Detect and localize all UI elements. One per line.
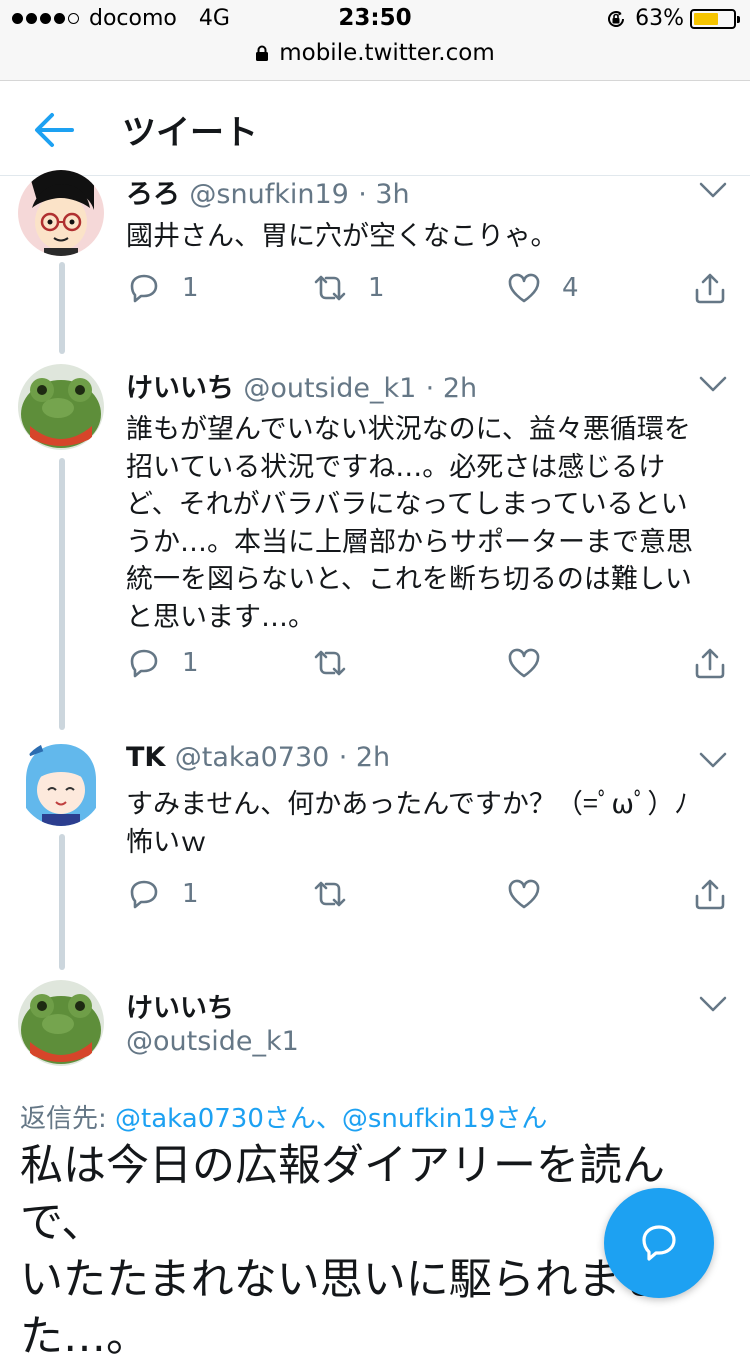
share-icon: [695, 273, 725, 304]
author-handle[interactable]: @outside_k1: [126, 1026, 299, 1057]
url-bar[interactable]: mobile.twitter.com: [0, 40, 750, 66]
status-right: 63%: [605, 6, 740, 31]
heart-icon: [508, 879, 540, 909]
tweet-text-line: 統一を図らないと、これを断ち切るのは難しい: [126, 564, 692, 595]
tweet-author[interactable]: けいいち @outside_k1 · 2h: [126, 366, 477, 405]
tweet-text-line: 國井さん、胃に穴が空くなこりゃ。: [126, 221, 558, 252]
share-icon: [695, 648, 725, 679]
main-tweet-line: た…。: [20, 1312, 149, 1362]
retweet-icon: [314, 275, 346, 301]
share-button[interactable]: [692, 645, 728, 681]
tweet-time[interactable]: · 2h: [426, 373, 477, 404]
tweet-author[interactable]: TK @taka0730 · 2h: [126, 742, 390, 773]
author-name[interactable]: けいいち: [126, 986, 234, 1025]
tweet-actions: 1: [126, 645, 736, 685]
share-icon: [695, 879, 725, 910]
lock-icon: [256, 45, 269, 61]
heart-icon: [508, 273, 540, 303]
like-button[interactable]: [506, 876, 562, 912]
chevron-down-icon[interactable]: [698, 374, 728, 394]
author-name[interactable]: ろろ: [126, 179, 180, 210]
reply-icon: [130, 880, 158, 909]
reply-button[interactable]: 1: [126, 645, 199, 681]
author-name[interactable]: けいいち: [126, 373, 234, 404]
reply-to: 返信先: @taka0730さん、@snufkin19さん: [20, 1098, 547, 1135]
tweet-text-line: うか…。本当に上層部からサポーターまで意思: [126, 526, 693, 558]
share-button[interactable]: [692, 270, 728, 306]
reply-mention-link[interactable]: @taka0730さん: [115, 1104, 316, 1134]
reply-separator: 、: [315, 1104, 342, 1134]
retweet-button[interactable]: [312, 876, 368, 912]
tweet-text: すみません、何かあったんですか？（=ﾟωﾟ）ﾉ 怖いｗ: [126, 786, 726, 861]
author-handle[interactable]: @outside_k1: [243, 373, 416, 404]
reply-count: 1: [182, 879, 199, 909]
reply-icon: [130, 649, 158, 678]
retweet-count: 1: [368, 273, 385, 303]
tweet-actions: 1: [126, 876, 736, 916]
tweet-text-line: 怖いｗ: [126, 826, 207, 858]
author-name[interactable]: TK: [126, 742, 165, 773]
reply-count: 1: [182, 273, 199, 303]
thread-line: [59, 262, 65, 354]
tweet-author[interactable]: ろろ @snufkin19 · 3h: [126, 172, 410, 211]
tweet-text-line: ど、それがバラバラになってしまっているとい: [126, 489, 688, 520]
avatar[interactable]: [18, 740, 104, 826]
retweet-icon: [314, 881, 346, 907]
rotation-lock-icon: [608, 10, 625, 27]
like-button[interactable]: 4: [506, 270, 579, 306]
tweet-text: 國井さん、胃に穴が空くなこりゃ。: [126, 218, 726, 256]
avatar[interactable]: [18, 980, 104, 1066]
tweet-text: 誰もが望んでいない状況なのに、益々悪循環を 招いている状況ですね…。必死さは感じ…: [126, 411, 726, 636]
url-text[interactable]: mobile.twitter.com: [279, 40, 495, 66]
tweet-text-line: 招いている状況ですね…。必死さは感じるけ: [126, 451, 666, 483]
reply-prefix: 返信先:: [20, 1104, 116, 1134]
tweet-time[interactable]: · 2h: [339, 742, 390, 773]
heart-icon: [508, 648, 540, 678]
avatar[interactable]: [18, 170, 104, 256]
thread-line: [59, 834, 65, 970]
reply-mention-link[interactable]: @snufkin19さん: [342, 1104, 548, 1134]
thread-line: [59, 458, 65, 730]
page-header: ツイート: [0, 81, 750, 176]
author-handle[interactable]: @taka0730: [175, 742, 330, 773]
reply-button[interactable]: 1: [126, 270, 199, 306]
reply-count: 1: [182, 648, 199, 678]
chevron-down-icon[interactable]: [698, 180, 728, 200]
tweet-time[interactable]: · 3h: [358, 179, 409, 210]
retweet-button[interactable]: 1: [312, 270, 385, 306]
tweet-actions: 1 1 4: [126, 270, 736, 310]
like-button[interactable]: [506, 645, 562, 681]
retweet-icon: [314, 650, 346, 676]
share-button[interactable]: [692, 876, 728, 912]
reply-icon: [130, 274, 158, 303]
like-count: 4: [562, 273, 579, 303]
tweet-text-line: すみません、何かあったんですか？（=ﾟωﾟ）ﾉ: [126, 789, 688, 820]
retweet-button[interactable]: [312, 645, 368, 681]
chevron-down-icon[interactable]: [698, 994, 728, 1014]
chevron-down-icon[interactable]: [698, 750, 728, 770]
reply-button[interactable]: 1: [126, 876, 199, 912]
tweet-text-line: 誰もが望んでいない状況なのに、益々悪循環を: [126, 414, 691, 445]
tweet-text-line: と思います…。: [126, 601, 315, 633]
battery-percent: 63%: [635, 6, 684, 31]
compose-reply-button[interactable]: [604, 1188, 714, 1298]
avatar[interactable]: [18, 364, 104, 450]
compose-reply-icon: [642, 1225, 676, 1261]
status-bar: docomo 4G 23:50 63% mobile.twitter.com: [0, 0, 750, 81]
author-handle[interactable]: @snufkin19: [189, 179, 348, 210]
page-title: ツイート: [122, 113, 258, 153]
arrow-left-icon[interactable]: [30, 107, 76, 153]
battery-icon: [690, 8, 740, 29]
